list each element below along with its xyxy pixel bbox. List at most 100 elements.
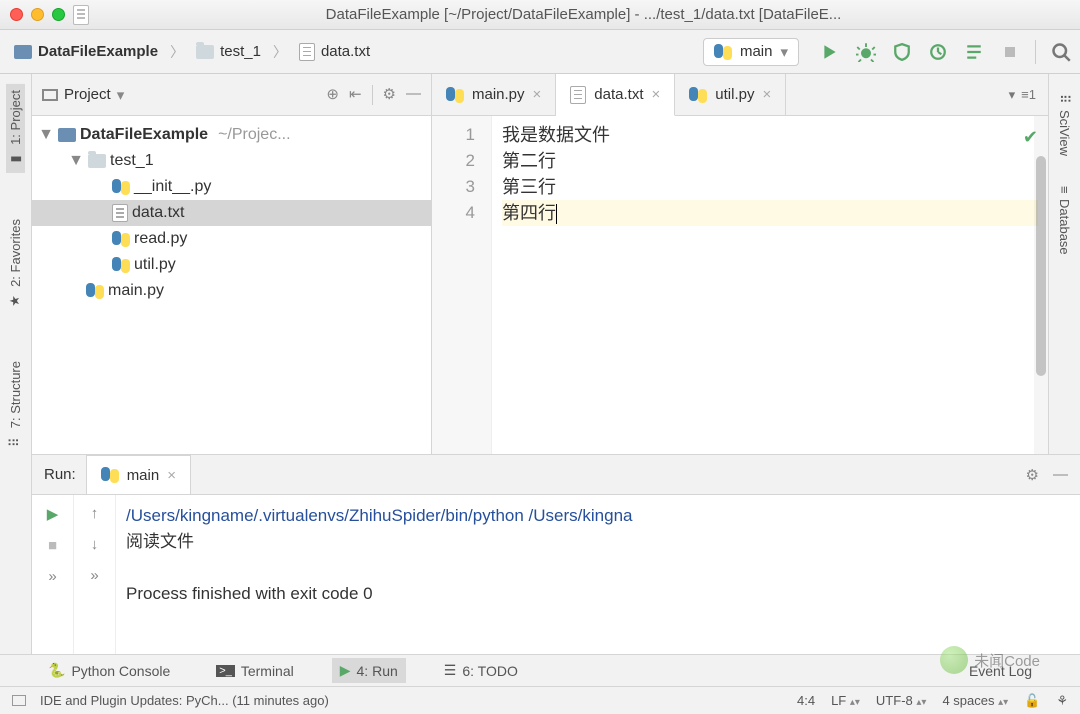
rail-database[interactable]: ≡ Database (1057, 186, 1072, 255)
right-tool-rail: ⠿ SciView ≡ Database (1048, 74, 1080, 454)
project-panel-header: Project ▾ ⊕ ⇤ ⚙ — (32, 74, 431, 116)
breadcrumb-label: test_1 (220, 43, 261, 60)
hide-panel-button[interactable]: — (406, 85, 421, 105)
editor-body[interactable]: 1 2 3 4 我是数据文件 第二行 第三行 第四行 ✔ (432, 116, 1048, 454)
folder-icon (88, 154, 106, 168)
status-overflow-icon[interactable]: ⚘ (1056, 693, 1068, 709)
tab-util-py[interactable]: util.py × (675, 74, 786, 115)
maximize-window-button[interactable] (52, 8, 65, 21)
concurrency-button[interactable] (963, 41, 985, 63)
debug-button[interactable] (855, 41, 877, 63)
run-output[interactable]: /Users/kingname/.virtualenvs/ZhihuSpider… (116, 495, 1080, 654)
tree-file[interactable]: __init__.py (32, 174, 431, 200)
search-everywhere-button[interactable] (1050, 41, 1072, 63)
tree-file-selected[interactable]: data.txt (32, 200, 431, 226)
tree-file[interactable]: main.py (32, 278, 431, 304)
code-line[interactable]: 我是数据文件 (502, 122, 1038, 148)
more-actions[interactable]: » (48, 568, 56, 585)
readonly-lock-icon[interactable]: 🔓 (1024, 693, 1040, 709)
run-actions-col2: ↑ ↓ » (74, 495, 116, 654)
titlebar: DataFileExample [~/Project/DataFileExamp… (0, 0, 1080, 30)
tree-file[interactable]: util.py (32, 252, 431, 278)
code-line[interactable]: 第二行 (502, 148, 1038, 174)
tab-data-txt[interactable]: data.txt × (556, 74, 675, 116)
collapse-all-button[interactable]: ⇤ (349, 85, 362, 105)
gear-icon[interactable]: ⚙ (383, 85, 396, 105)
close-tab-icon[interactable]: × (652, 86, 661, 103)
editor-tabs: main.py × data.txt × util.py × ▾ ≡1 (432, 74, 1048, 116)
window-title: DataFileExample [~/Project/DataFileExamp… (97, 6, 1070, 23)
database-icon: ≡ (1057, 186, 1072, 194)
code-line-current[interactable]: 第四行 (502, 200, 1038, 226)
rail-favorites[interactable]: ★ 2: Favorites (6, 213, 25, 315)
rail-structure[interactable]: ⠿ 7: Structure (6, 355, 25, 456)
tabs-overflow[interactable]: ▾ ≡1 (997, 74, 1048, 115)
rerun-button[interactable]: ▶ (47, 505, 59, 523)
file-icon (73, 5, 89, 25)
tab-event-log[interactable]: Event Log (961, 659, 1040, 683)
status-presentation-icon[interactable] (12, 695, 26, 706)
chevron-right-icon: 〉 (166, 42, 188, 62)
status-message[interactable]: IDE and Plugin Updates: PyCh... (11 minu… (40, 693, 329, 708)
close-tab-icon[interactable]: × (762, 86, 771, 103)
chevron-down-icon: ▾ (117, 86, 125, 104)
run-coverage-button[interactable] (891, 41, 913, 63)
text-file-icon (112, 204, 128, 222)
indent-select[interactable]: 4 spaces ▴▾ (942, 693, 1008, 708)
close-window-button[interactable] (10, 8, 23, 21)
line-ending-select[interactable]: LF ▴▾ (831, 693, 860, 708)
more-actions[interactable]: » (90, 567, 98, 584)
collapse-arrow-icon[interactable]: ▼ (38, 126, 54, 144)
project-rail-icon: ▮ (8, 155, 24, 162)
editor: main.py × data.txt × util.py × ▾ ≡1 1 2 (432, 74, 1048, 454)
code-area[interactable]: 我是数据文件 第二行 第三行 第四行 ✔ (492, 116, 1048, 454)
gear-icon[interactable]: ⚙ (1026, 466, 1039, 484)
project-tree[interactable]: ▼ DataFileExample ~/Projec... ▼ test_1 _… (32, 116, 431, 454)
left-tool-rail: ▮ 1: Project ★ 2: Favorites ⠿ 7: Structu… (0, 74, 32, 654)
close-tab-icon[interactable]: × (167, 467, 176, 484)
profile-button[interactable] (927, 41, 949, 63)
close-tab-icon[interactable]: × (533, 86, 542, 103)
encoding-select[interactable]: UTF-8 ▴▾ (876, 693, 927, 708)
python-icon (101, 466, 119, 484)
tree-folder[interactable]: ▼ test_1 (32, 148, 431, 174)
rail-sciview[interactable]: ⠿ SciView (1057, 94, 1072, 156)
chevron-down-icon: ▾ (780, 43, 788, 61)
breadcrumb-file[interactable]: data.txt (293, 39, 376, 65)
tree-file[interactable]: read.py (32, 226, 431, 252)
tab-todo[interactable]: ☰ 6: TODO (436, 658, 526, 683)
run-configuration-select[interactable]: main ▾ (703, 38, 799, 66)
code-line[interactable]: 第三行 (502, 174, 1038, 200)
project-view-select[interactable]: Project ▾ (42, 86, 124, 104)
tab-terminal[interactable]: >_ Terminal (208, 659, 301, 683)
terminal-icon: >_ (216, 665, 235, 677)
python-icon (112, 230, 130, 248)
project-icon (14, 45, 32, 59)
rail-project[interactable]: ▮ 1: Project (6, 84, 25, 173)
star-icon: ★ (8, 295, 24, 307)
stop-button[interactable]: ■ (48, 537, 57, 554)
up-stack-button[interactable]: ↑ (91, 505, 99, 522)
tree-root[interactable]: ▼ DataFileExample ~/Projec... (32, 122, 431, 148)
scrollbar-thumb[interactable] (1036, 156, 1046, 376)
output-line: Process finished with exit code 0 (126, 581, 1070, 607)
caret-position[interactable]: 4:4 (797, 693, 815, 708)
tab-python-console[interactable]: 🐍 Python Console (40, 658, 178, 683)
breadcrumb-folder[interactable]: test_1 (190, 39, 267, 64)
run-actions-col1: ▶ ■ » (32, 495, 74, 654)
editor-scrollbar[interactable] (1034, 116, 1048, 454)
run-tool-window: Run: main × ⚙ — ▶ ■ » ↑ ↓ » /U (32, 454, 1080, 654)
sciview-icon: ⠿ (1057, 94, 1072, 104)
minimize-window-button[interactable] (31, 8, 44, 21)
down-stack-button[interactable]: ↓ (91, 536, 99, 553)
stop-button[interactable] (999, 41, 1021, 63)
locate-button[interactable]: ⊕ (326, 85, 339, 105)
tab-run[interactable]: ▶ 4: Run (332, 658, 406, 683)
run-button[interactable] (819, 41, 841, 63)
run-tab[interactable]: main × (86, 455, 191, 494)
breadcrumb-project[interactable]: DataFileExample (8, 39, 164, 64)
tab-main-py[interactable]: main.py × (432, 74, 556, 115)
collapse-arrow-icon[interactable]: ▼ (68, 152, 84, 170)
python-console-icon: 🐍 (48, 662, 65, 679)
hide-panel-button[interactable]: — (1053, 466, 1068, 484)
